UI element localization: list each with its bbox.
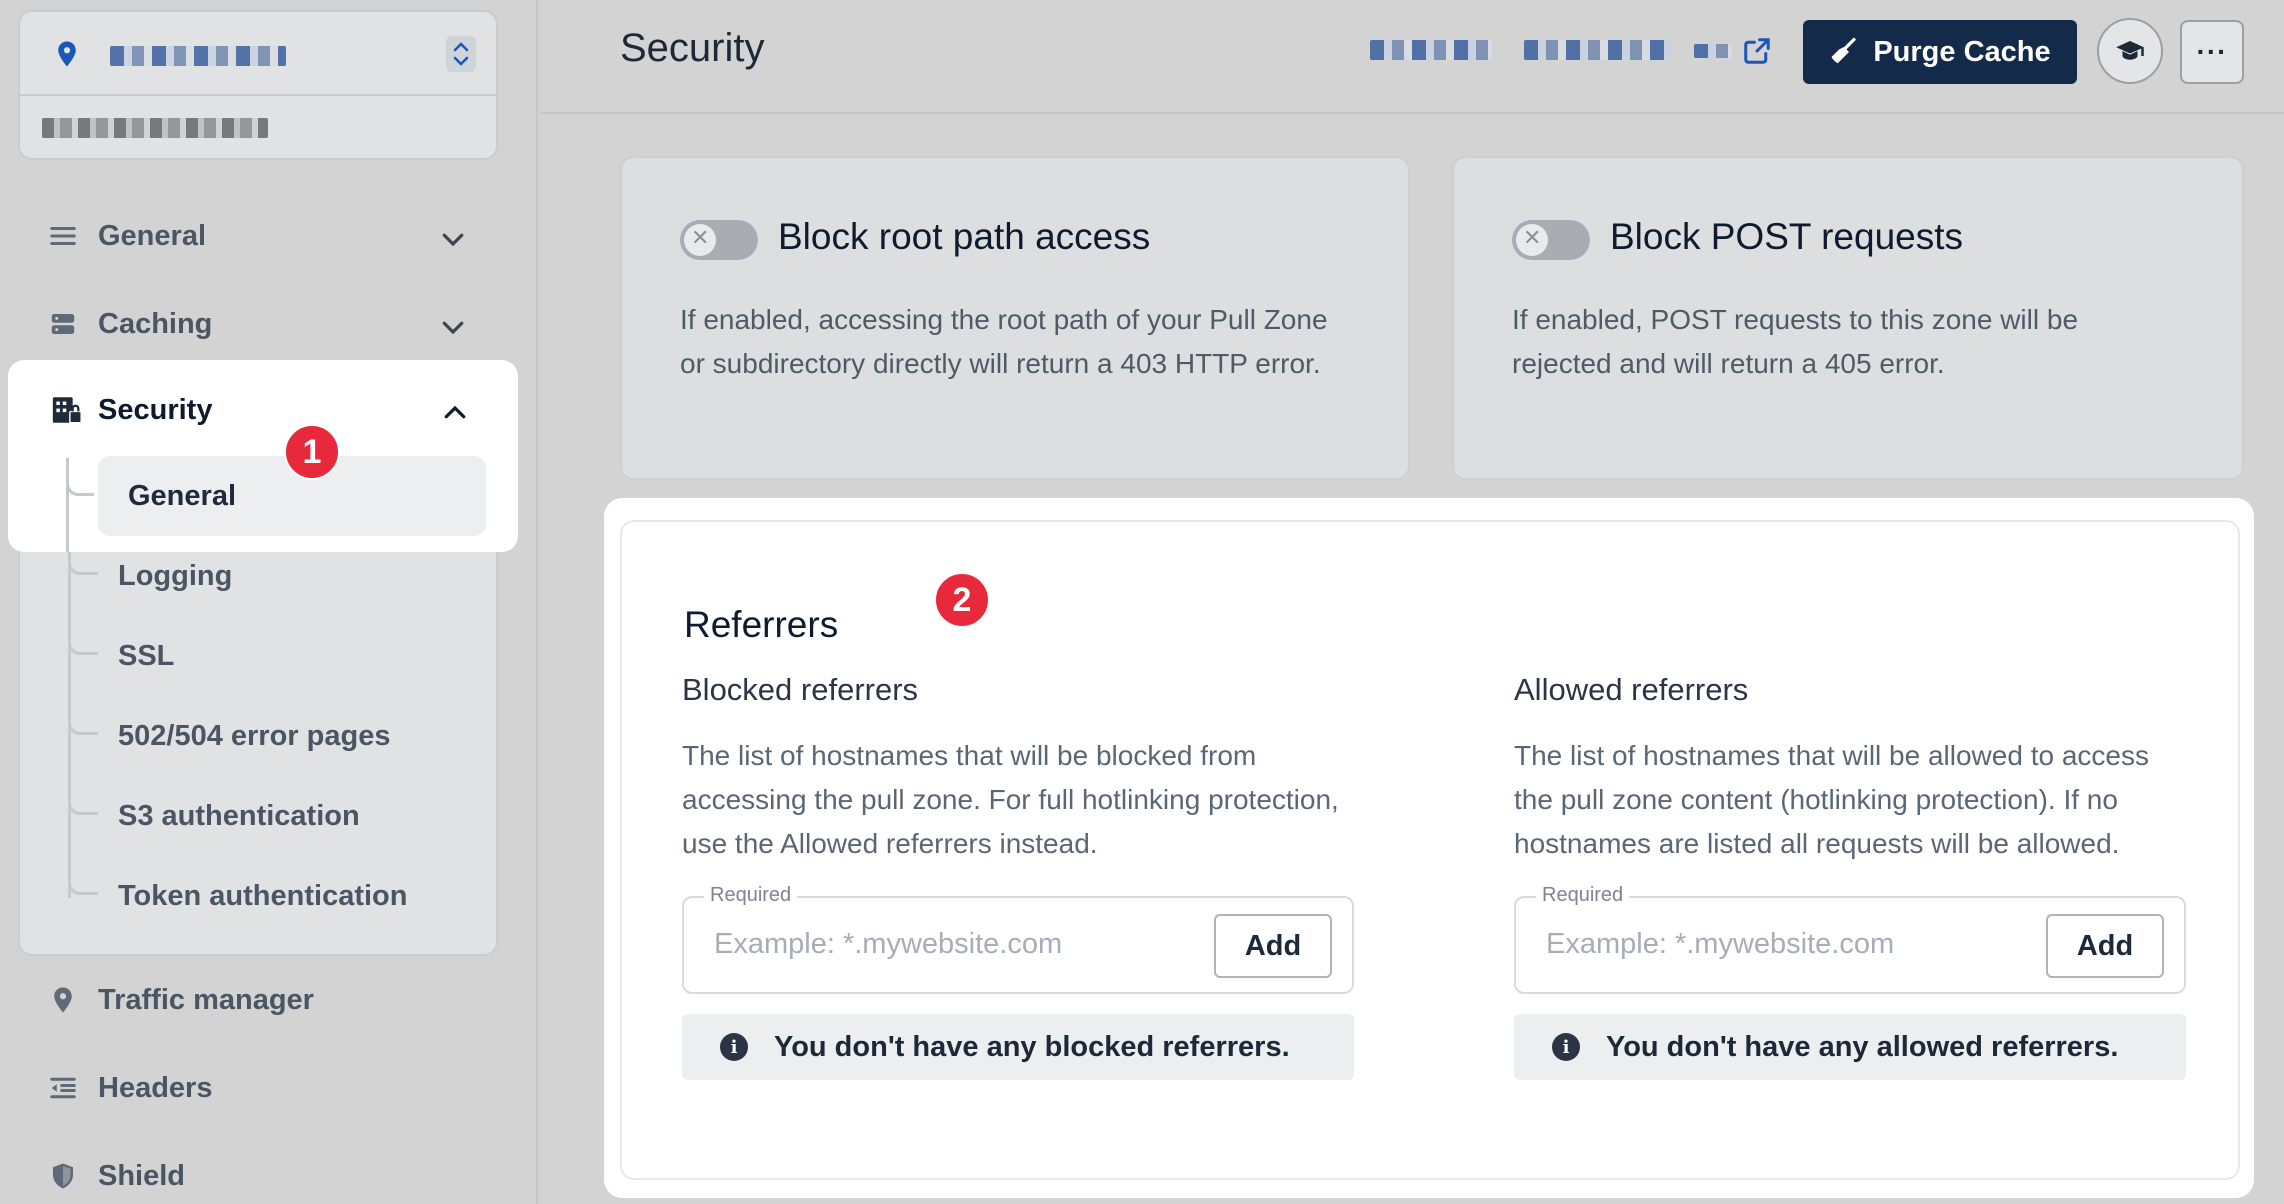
- allowed-referrers-description: The list of hostnames that will be allow…: [1514, 740, 2149, 859]
- subnav-item-s3-auth[interactable]: S3 authentication: [118, 792, 360, 840]
- notice-text: You don't have any allowed referrers.: [1606, 1030, 2119, 1063]
- subnav-item-error-pages[interactable]: 502/504 error pages: [118, 712, 390, 760]
- security-highlight: Security General: [8, 360, 518, 552]
- blocked-referrers-description: The list of hostnames that will be block…: [682, 740, 1339, 859]
- purge-cache-label: Purge Cache: [1873, 35, 2051, 68]
- zone-url-redacted[interactable]: [1524, 40, 1672, 60]
- list-icon: [46, 219, 80, 253]
- academy-button[interactable]: [2097, 18, 2163, 84]
- info-icon: i: [1552, 1033, 1580, 1061]
- building-lock-icon: [50, 393, 84, 427]
- close-icon: ✕: [1523, 225, 1542, 250]
- referrers-highlight: Referrers Blocked referrers The list of …: [604, 498, 2254, 1198]
- referrers-title: Referrers: [684, 604, 839, 645]
- sidebar-item-label: General: [98, 219, 206, 252]
- chevron-up-icon[interactable]: [440, 398, 470, 428]
- block-post-toggle[interactable]: ✕: [1512, 220, 1590, 260]
- map-pin-icon: [58, 41, 76, 67]
- server-icon: [46, 307, 80, 341]
- map-pin-icon: [46, 983, 80, 1017]
- field-label: Required: [704, 884, 798, 907]
- chevron-down-icon[interactable]: [438, 312, 468, 342]
- broom-icon: [1831, 37, 1856, 64]
- sidebar-item-label: Traffic manager: [98, 983, 314, 1016]
- sidebar-item-label: Security: [98, 393, 213, 426]
- blocked-empty-notice: i You don't have any blocked referrers.: [682, 1014, 1354, 1080]
- card-description: If enabled, POST requests to this zone w…: [1512, 304, 2079, 379]
- sidebar-item-security[interactable]: Security: [50, 386, 212, 434]
- sidebar-item-general[interactable]: General: [46, 212, 206, 260]
- card-title: Block POST requests: [1610, 216, 1964, 257]
- tree-branch: [66, 470, 94, 496]
- sidebar-item-headers[interactable]: Headers: [46, 1064, 212, 1112]
- block-root-path-toggle[interactable]: ✕: [680, 220, 758, 260]
- zone-name-redacted: [110, 46, 286, 66]
- sidebar: General Caching Logging SSL 502/504 erro…: [0, 0, 538, 1204]
- step-badge-2: 2: [934, 572, 990, 628]
- tree-branch: [68, 785, 98, 815]
- blocked-referrer-field[interactable]: Required Example: *.mywebsite.com Add: [682, 884, 1354, 994]
- zone-picker[interactable]: [18, 10, 498, 160]
- referrers-card: Referrers Blocked referrers The list of …: [620, 520, 2240, 1180]
- tree-branch: [68, 705, 98, 735]
- notice-text: You don't have any blocked referrers.: [774, 1030, 1290, 1063]
- updown-chevron-icon[interactable]: [446, 36, 476, 72]
- graduation-cap-icon: [2116, 41, 2144, 60]
- add-blocked-referrer-button[interactable]: Add: [1214, 914, 1332, 978]
- external-link-icon[interactable]: [1742, 36, 1772, 66]
- blocked-referrers-section: Blocked referrers The list of hostnames …: [682, 672, 1356, 1080]
- topbar: Security Purge Cache ···: [540, 0, 2284, 114]
- card-title: Block root path access: [778, 216, 1151, 257]
- zone-hostname-redacted: [42, 118, 268, 138]
- block-root-path-card: ✕ Block root path access If enabled, acc…: [620, 156, 1410, 480]
- chevron-down-icon[interactable]: [438, 224, 468, 254]
- sidebar-item-traffic-manager[interactable]: Traffic manager: [46, 976, 314, 1024]
- zone-url-redacted[interactable]: [1370, 40, 1492, 60]
- blocked-referrer-input[interactable]: Example: *.mywebsite.com: [714, 928, 1062, 961]
- allowed-referrer-field[interactable]: Required Example: *.mywebsite.com Add: [1514, 884, 2186, 994]
- info-icon: i: [720, 1033, 748, 1061]
- close-icon: ✕: [691, 225, 710, 250]
- sidebar-item-label: Caching: [98, 307, 213, 340]
- blocked-referrers-heading: Blocked referrers: [682, 672, 919, 707]
- subnav-item-logging[interactable]: Logging: [118, 552, 232, 600]
- allowed-empty-notice: i You don't have any allowed referrers.: [1514, 1014, 2186, 1080]
- shield-icon: [46, 1159, 80, 1193]
- add-allowed-referrer-button[interactable]: Add: [2046, 914, 2164, 978]
- subnav-item-ssl[interactable]: SSL: [118, 632, 174, 680]
- card-description: If enabled, accessing the root path of y…: [680, 304, 1328, 379]
- allowed-referrer-input[interactable]: Example: *.mywebsite.com: [1546, 928, 1894, 961]
- purge-cache-button[interactable]: Purge Cache: [1803, 20, 2077, 84]
- step-badge-1: 1: [284, 424, 340, 480]
- sidebar-item-label: Headers: [98, 1071, 213, 1104]
- sidebar-item-shield[interactable]: Shield: [46, 1152, 185, 1200]
- block-post-card: ✕ Block POST requests If enabled, POST r…: [1452, 156, 2244, 480]
- allowed-referrers-section: Allowed referrers The list of hostnames …: [1514, 672, 2188, 1080]
- sidebar-item-label: Shield: [98, 1159, 186, 1192]
- more-options-button[interactable]: ···: [2180, 20, 2244, 84]
- page-title: Security: [620, 26, 765, 70]
- allowed-referrers-heading: Allowed referrers: [1514, 672, 1749, 707]
- zone-url-redacted[interactable]: [1694, 44, 1732, 58]
- subnav-item-token-auth[interactable]: Token authentication: [118, 872, 407, 920]
- zone-selector-row[interactable]: [20, 12, 496, 96]
- indent-icon: [46, 1071, 80, 1105]
- field-label: Required: [1536, 884, 1630, 907]
- tree-branch: [68, 865, 98, 895]
- sidebar-item-caching[interactable]: Caching: [46, 300, 212, 348]
- tree-branch: [68, 625, 98, 655]
